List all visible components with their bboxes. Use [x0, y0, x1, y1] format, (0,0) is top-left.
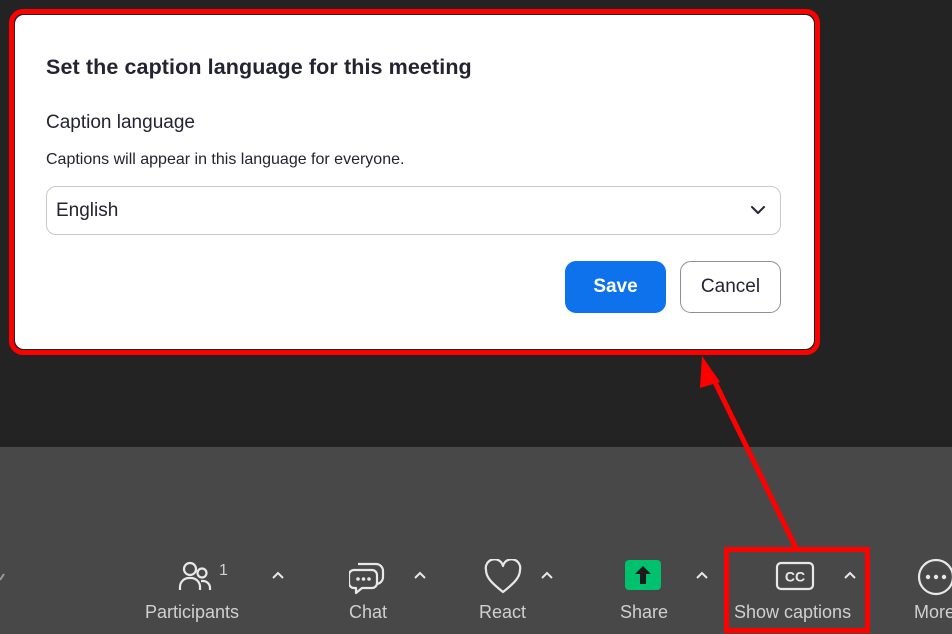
- chat-options-caret[interactable]: [413, 570, 427, 580]
- react-label: React: [479, 602, 527, 622]
- participants-button[interactable]: 1 Participants: [140, 555, 252, 634]
- chevron-up-icon: [272, 571, 284, 579]
- heart-icon: [484, 559, 522, 594]
- chevron-up-icon: [414, 571, 426, 579]
- chat-icon: [349, 562, 385, 595]
- more-options-icon: [917, 558, 952, 596]
- react-options-caret[interactable]: [540, 570, 554, 580]
- caption-language-select[interactable]: English: [46, 186, 781, 235]
- share-screen-icon: [625, 560, 661, 590]
- caption-language-dialog: Set the caption language for this meetin…: [15, 15, 814, 349]
- chevron-up-icon: [696, 571, 708, 579]
- participants-label: Participants: [145, 602, 240, 622]
- save-button[interactable]: Save: [565, 261, 666, 313]
- captions-annotation-highlight: [724, 547, 870, 633]
- more-label: More: [914, 602, 952, 622]
- chat-button[interactable]: Chat: [340, 555, 396, 634]
- share-label: Share: [620, 602, 669, 622]
- caption-language-help-text: Captions will appear in this language fo…: [46, 151, 405, 168]
- share-button[interactable]: Share: [612, 555, 674, 634]
- dialog-title: Set the caption language for this meetin…: [46, 55, 472, 79]
- chat-label: Chat: [349, 602, 388, 622]
- participants-count: 1: [219, 562, 228, 579]
- cancel-button[interactable]: Cancel: [680, 261, 781, 313]
- chevron-up-icon[interactable]: [0, 572, 6, 582]
- participants-icon: [178, 561, 212, 590]
- chevron-up-icon: [541, 571, 553, 579]
- more-button[interactable]: More: [908, 555, 952, 634]
- caption-language-label: Caption language: [46, 112, 195, 133]
- react-button[interactable]: React: [474, 555, 534, 634]
- caption-language-value: English: [56, 200, 119, 221]
- chevron-down-icon: [751, 206, 765, 214]
- share-options-caret[interactable]: [695, 570, 709, 580]
- participants-options-caret[interactable]: [271, 570, 285, 580]
